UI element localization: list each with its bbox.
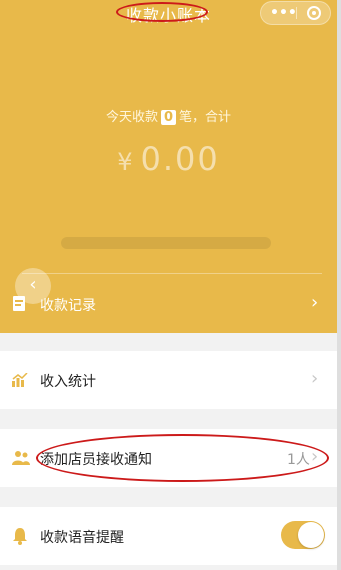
capsule-divider bbox=[296, 7, 297, 19]
income-stats-row[interactable]: 收入统计 › bbox=[0, 351, 337, 409]
today-prefix: 今天收款 bbox=[105, 110, 158, 125]
records-row[interactable]: 收款记录 › bbox=[0, 284, 337, 324]
records-label: 收款记录 bbox=[40, 298, 96, 314]
header-divider bbox=[22, 273, 322, 274]
notify-annotation-oval bbox=[36, 434, 329, 482]
miniprogram-capsule: ••• bbox=[260, 1, 331, 25]
voice-reminder-row: 收款语音提醒 bbox=[0, 507, 337, 565]
toggle-knob bbox=[298, 522, 324, 548]
people-icon bbox=[12, 451, 30, 465]
chevron-right-icon: › bbox=[311, 368, 319, 389]
voice-reminder-toggle[interactable] bbox=[281, 521, 325, 549]
progress-bar bbox=[61, 237, 271, 249]
document-icon bbox=[13, 296, 25, 311]
amount-value: 0.00 bbox=[140, 140, 220, 178]
currency-symbol: ¥ bbox=[117, 148, 135, 176]
today-count-badge: 0 bbox=[160, 110, 177, 125]
voice-reminder-label: 收款语音提醒 bbox=[40, 530, 124, 546]
bell-icon bbox=[13, 528, 27, 545]
today-suffix: 笔，合计 bbox=[179, 110, 232, 125]
more-icon[interactable]: ••• bbox=[270, 5, 297, 21]
title-annotation-oval bbox=[116, 2, 208, 22]
chevron-right-icon: › bbox=[311, 292, 319, 313]
today-summary: 今天收款 0 笔，合计 bbox=[0, 106, 337, 125]
bar-chart-icon bbox=[12, 373, 28, 387]
scrollbar-edge bbox=[337, 0, 341, 570]
income-stats-label: 收入统计 bbox=[40, 374, 96, 390]
total-amount: ¥0.00 bbox=[0, 140, 337, 178]
close-icon[interactable] bbox=[307, 6, 321, 20]
